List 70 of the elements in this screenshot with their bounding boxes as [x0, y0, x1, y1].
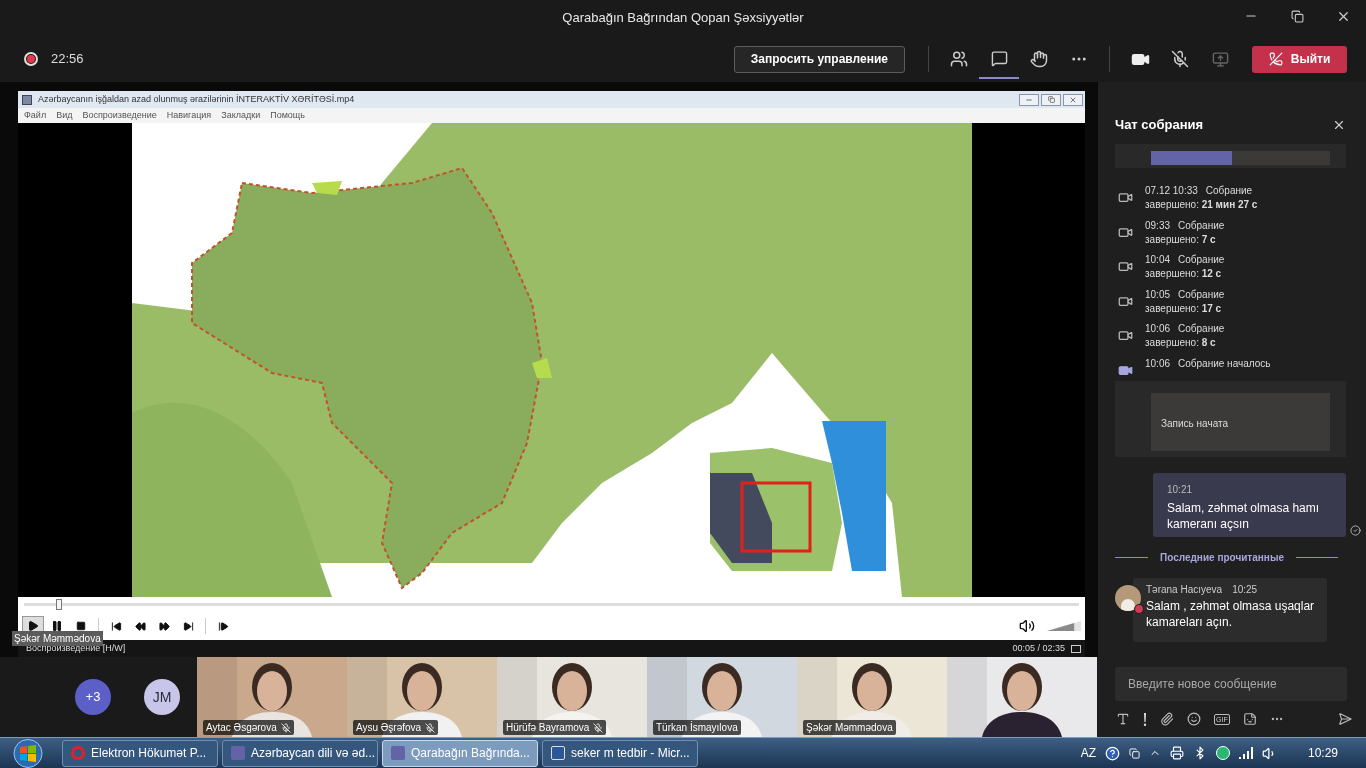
event-entry: 07.12 10:33 Собрание завершено: 21 мин 27 с: [1145, 184, 1259, 212]
minimize-button[interactable]: [1019, 93, 1039, 106]
seek-thumb[interactable]: [55, 599, 62, 610]
menu-item[interactable]: Воспроизведение: [82, 108, 157, 123]
tooltip: Şəkər Məmmədova: [12, 631, 103, 646]
request-control-button[interactable]: Запросить управление: [733, 45, 905, 73]
pause-icon[interactable]: [51, 620, 63, 632]
event-entry: 10:06 Собрание началось: [1145, 356, 1272, 371]
media-file-icon: [22, 94, 32, 105]
taskbar-app[interactable]: Azərbaycan dili və əd...: [222, 739, 378, 767]
frame-step-icon[interactable]: [217, 620, 229, 632]
message-time: 10:21: [1167, 483, 1194, 497]
participant-name: Aysu Əşrəfova: [355, 721, 423, 735]
stop-icon[interactable]: [76, 621, 86, 631]
attach-icon[interactable]: [1160, 712, 1174, 726]
sticker-icon[interactable]: [1242, 712, 1257, 726]
message-text: Salam, zəhmət olmasa hamı kameranı açsın: [1167, 500, 1321, 532]
participant-avatar: JM: [144, 679, 180, 715]
player-title: Azərbaycanın işğaldan azad olunmuş ərazilərinin İNTERAKTİV XƏRİTƏSİ.mp4: [38, 92, 355, 106]
browser-icon: [71, 746, 85, 760]
event-entry: 09:33 Собрание завершено: 7 с: [1145, 218, 1226, 247]
language-indicator[interactable]: AZ: [1080, 744, 1096, 762]
menu-item[interactable]: Закладки: [221, 108, 261, 123]
rewind-icon[interactable]: [134, 620, 146, 632]
restore-icon: [1047, 96, 1055, 103]
help-icon[interactable]: [1104, 745, 1120, 761]
volume-icon[interactable]: [1019, 618, 1035, 634]
more-participants-badge[interactable]: +3: [75, 679, 111, 715]
participant-name: Aytac Əsgərova: [205, 721, 278, 735]
window-title: Qarabağın Bağrından Qopan Şəxsiyyətlər: [562, 9, 804, 28]
restore-button[interactable]: [1041, 93, 1061, 106]
menu-item[interactable]: Файл: [24, 108, 47, 123]
emoji-icon[interactable]: [1187, 712, 1201, 726]
recording-notice: Запись начата: [1161, 418, 1229, 429]
signal-icon[interactable]: [1238, 747, 1253, 759]
message-time: 10:25: [1232, 583, 1258, 597]
event-entry: 10:04 Собрание завершено: 12 с: [1145, 253, 1226, 281]
participant-name: Hürüfə Bayramova: [505, 721, 591, 735]
leave-button[interactable]: Выйти: [1252, 45, 1347, 73]
chat-title: Чат собрания: [1115, 116, 1205, 135]
menu-item[interactable]: Помощь: [270, 108, 305, 123]
play-icon: [27, 620, 39, 632]
previous-icon[interactable]: [110, 620, 122, 632]
event-entry: 10:05 Собрание завершено: 17 с: [1145, 287, 1226, 316]
participant-name: Türkan İsmayılova: [655, 720, 739, 735]
clock[interactable]: 10:29: [1307, 744, 1338, 762]
divider-label: Последние прочитанные: [1160, 551, 1284, 565]
close-button[interactable]: [1332, 118, 1346, 132]
format-icon[interactable]: [1116, 712, 1130, 726]
close-icon: [1069, 95, 1077, 104]
fast-forward-icon[interactable]: [158, 620, 170, 632]
taskbar-app[interactable]: seker m tedbir - Micr...: [542, 739, 698, 767]
taskbar-app[interactable]: Elektron Hökumət P...: [62, 739, 218, 767]
meeting-duration: 22:56: [51, 50, 84, 69]
fullscreen-icon[interactable]: [1071, 644, 1081, 653]
phone-icon: [1268, 52, 1283, 66]
next-icon[interactable]: [182, 620, 194, 632]
printer-icon[interactable]: [1169, 746, 1184, 760]
participant-name: Şəkər Məmmədova: [805, 721, 894, 735]
message-text: Salam , zəhmət olmasa uşaqlar kamareları açın.: [1146, 598, 1316, 630]
send-icon[interactable]: [1338, 712, 1352, 726]
menu-item[interactable]: Навигация: [166, 108, 212, 123]
playback-time: 00:05 / 02:35: [1012, 641, 1065, 655]
exclamation-icon[interactable]: [1143, 712, 1147, 726]
message-input[interactable]: Введите новое сообщение: [1115, 667, 1347, 701]
event-entry: 10:06 Собрание завершено: 8 с: [1145, 322, 1226, 350]
message-author: Tərana Hacıyeva: [1146, 583, 1223, 597]
user-avatar: [1115, 585, 1141, 611]
restore-icon[interactable]: [1290, 9, 1304, 23]
menu-item[interactable]: Вид: [56, 108, 73, 123]
